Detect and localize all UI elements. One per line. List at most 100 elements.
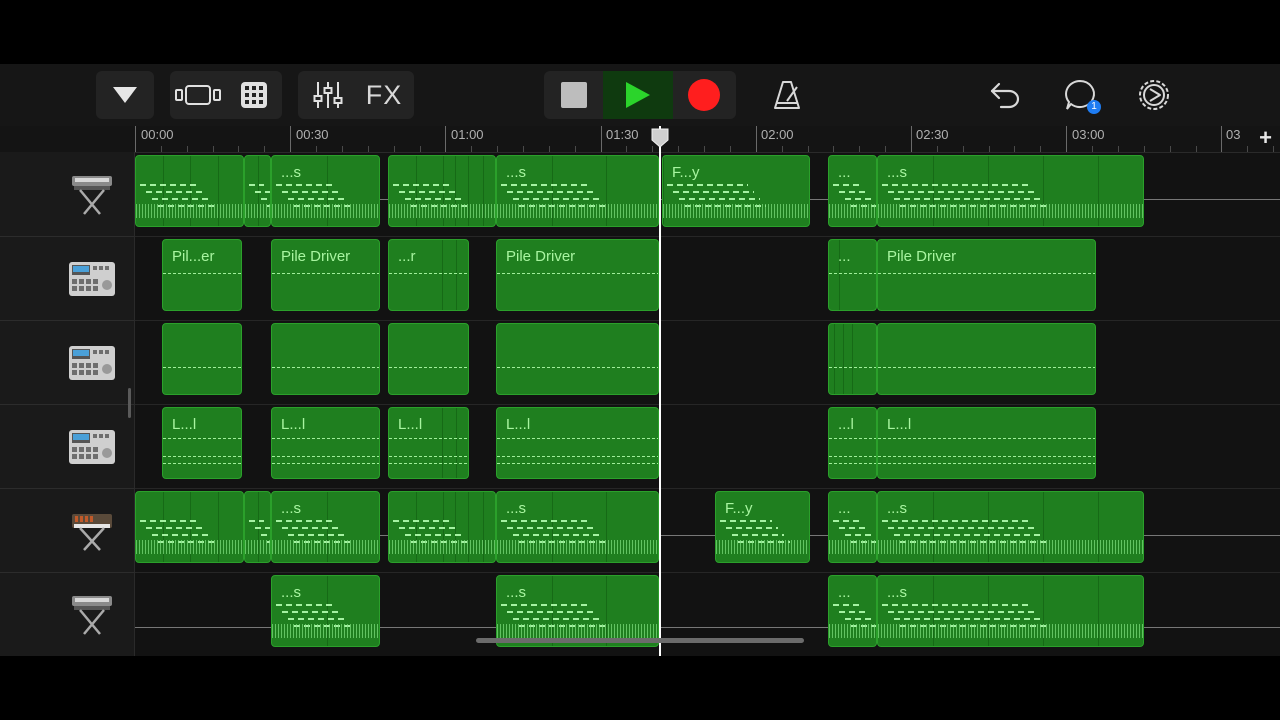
ruler-major-tick [290, 126, 292, 152]
region[interactable] [877, 323, 1096, 395]
region[interactable]: Pile Driver [496, 239, 659, 311]
midi-notes [501, 604, 591, 606]
ruler-major-tick [911, 126, 912, 152]
midi-notes [276, 604, 336, 606]
region[interactable] [271, 323, 380, 395]
region[interactable]: L...l [162, 407, 242, 479]
region[interactable]: F...y [662, 155, 810, 227]
view-toggle-group [170, 71, 282, 119]
playhead-line[interactable] [659, 126, 661, 656]
region[interactable]: Pil...er [162, 239, 242, 311]
play-button[interactable] [603, 71, 673, 119]
midi-notes [888, 191, 1035, 193]
track-header[interactable] [0, 320, 134, 405]
track-lane[interactable]: ...s ...s F...y... ...s [135, 152, 1280, 237]
region[interactable]: F...y [715, 491, 810, 563]
region[interactable]: ...s [496, 575, 659, 647]
tracks-menu-button[interactable] [96, 71, 154, 119]
track-header[interactable] [0, 236, 134, 321]
region[interactable]: ...s [271, 491, 380, 563]
region[interactable]: ... [828, 239, 877, 311]
region[interactable]: ...s [496, 155, 659, 227]
track-lane[interactable]: ...s ...s... ...s [135, 572, 1280, 656]
record-button[interactable] [673, 71, 735, 119]
midi-notes [261, 198, 270, 200]
drum-pattern [163, 456, 241, 457]
region-name: ...s [506, 584, 527, 601]
region[interactable]: ...l [828, 407, 877, 479]
audio-waveform [272, 540, 379, 554]
vertical-scrollbar[interactable] [128, 388, 131, 418]
track-lane[interactable]: ...s ...s F...y... ...s [135, 488, 1280, 573]
track-header[interactable] [0, 572, 134, 656]
track-view-button[interactable] [170, 71, 226, 119]
region[interactable]: ...r [388, 239, 469, 311]
region[interactable] [135, 491, 244, 563]
stop-button[interactable] [545, 71, 603, 119]
region[interactable] [496, 323, 659, 395]
region[interactable]: ...s [496, 491, 659, 563]
midi-notes [146, 191, 206, 193]
notification-badge: 1 [1087, 100, 1101, 114]
metronome-button[interactable] [762, 71, 812, 119]
region[interactable]: L...l [877, 407, 1096, 479]
track-lane[interactable]: Pil...er Pile Driver ...r Pile Driver... Pil… [135, 236, 1280, 321]
region[interactable] [388, 155, 496, 227]
midi-notes [507, 191, 597, 193]
drum-pattern [497, 438, 658, 439]
region[interactable]: ... [828, 155, 877, 227]
region[interactable]: Pile Driver [877, 239, 1096, 311]
settings-button[interactable] [1130, 71, 1178, 119]
region[interactable] [162, 323, 242, 395]
fx-button[interactable]: FX [356, 80, 412, 111]
region-name: L...l [887, 416, 912, 433]
region-divider [834, 324, 835, 394]
grid-view-icon [241, 82, 267, 108]
region[interactable]: L...l [271, 407, 380, 479]
audio-waveform [245, 204, 270, 218]
region[interactable]: L...l [388, 407, 469, 479]
timeline-ruler[interactable]: 00:00 00:30 01:00 01:30 02:00 02:30 03:00 03 + [0, 125, 1280, 153]
region[interactable] [135, 155, 244, 227]
track-lane[interactable]: L...l L...l L...l L...l ...l L...l [135, 404, 1280, 489]
drum-pattern [389, 367, 468, 368]
region[interactable] [244, 491, 271, 563]
track-header[interactable] [0, 404, 134, 489]
region[interactable] [388, 323, 469, 395]
region[interactable]: ...s [271, 155, 380, 227]
loop-browser-button[interactable]: 1 [1058, 71, 1102, 119]
audio-waveform [136, 204, 243, 218]
audio-waveform [497, 624, 658, 638]
track-lane[interactable] [135, 320, 1280, 405]
playhead-handle[interactable] [650, 128, 670, 148]
ruler-time-label: 00:30 [296, 127, 329, 142]
audio-waveform [245, 540, 270, 554]
region[interactable]: ...s [877, 491, 1144, 563]
region[interactable]: ... [828, 491, 877, 563]
region[interactable] [828, 323, 877, 395]
drum-pattern [163, 438, 241, 439]
undo-button[interactable] [982, 71, 1028, 119]
horizontal-scrollbar[interactable] [476, 638, 804, 643]
region[interactable]: ... [828, 575, 877, 647]
region-name: Pile Driver [506, 248, 576, 265]
grid-view-button[interactable] [226, 71, 282, 119]
region[interactable]: Pile Driver [271, 239, 380, 311]
region[interactable]: ...s [877, 575, 1144, 647]
region[interactable] [388, 491, 496, 563]
audio-waveform [829, 204, 876, 218]
region[interactable]: ...s [271, 575, 380, 647]
add-section-button[interactable]: + [1259, 125, 1272, 151]
mixer-button[interactable] [300, 71, 356, 119]
track-header[interactable] [0, 488, 134, 573]
track-header[interactable] [0, 152, 134, 237]
drum-pattern [163, 463, 241, 464]
tracks-menu-icon [113, 87, 137, 103]
region[interactable]: L...l [496, 407, 659, 479]
region[interactable] [244, 155, 271, 227]
midi-notes [673, 191, 755, 193]
region-name: Pil...er [172, 248, 215, 265]
audio-waveform [272, 624, 379, 638]
region-name: ...s [281, 164, 302, 181]
region[interactable]: ...s [877, 155, 1144, 227]
